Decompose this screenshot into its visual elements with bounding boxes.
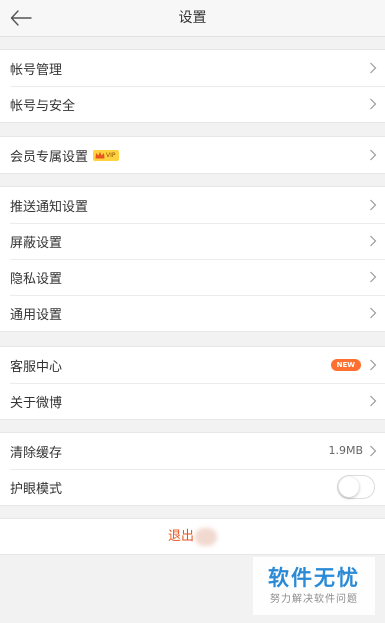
account-management-row[interactable]: 帐号管理 [0, 50, 385, 86]
general-settings-label: 通用设置 [10, 307, 63, 323]
logout-label: 退出 [167, 529, 194, 544]
watermark-title: 软件无忧 [268, 566, 360, 590]
eye-protection-label: 护眼模式 [10, 481, 63, 497]
chevron-right-icon [370, 445, 377, 457]
about-weibo-label: 关于微博 [10, 395, 63, 411]
logout-button[interactable]: 退出 [0, 518, 385, 555]
block-settings-label: 屏蔽设置 [10, 235, 63, 251]
toggle-knob [339, 477, 359, 497]
chevron-right-icon [370, 307, 377, 319]
support-section: 客服中心 NEW 关于微博 [0, 346, 385, 420]
clear-cache-label: 清除缓存 [10, 445, 63, 461]
account-section: 帐号管理 帐号与安全 [0, 49, 385, 123]
customer-service-row[interactable]: 客服中心 NEW [0, 347, 385, 383]
storage-section: 清除缓存 1.9MB 护眼模式 [0, 432, 385, 506]
chevron-right-icon [370, 98, 377, 110]
cache-size-value: 1.9MB [328, 444, 363, 457]
vip-settings-label: 会员专属设置 [10, 149, 89, 165]
account-management-label: 帐号管理 [10, 62, 63, 78]
general-settings-row[interactable]: 通用设置 [0, 295, 385, 331]
chevron-right-icon [370, 235, 377, 247]
page-title: 设置 [178, 10, 207, 26]
customer-service-label: 客服中心 [10, 359, 63, 375]
vip-badge-text: VIP [106, 151, 116, 159]
watermark-subtitle: 努力解决软件问题 [270, 594, 358, 605]
account-security-row[interactable]: 帐号与安全 [0, 86, 385, 122]
privacy-settings-row[interactable]: 隐私设置 [0, 259, 385, 295]
top-bar: 设置 [0, 0, 385, 37]
vip-badge: VIP [93, 149, 119, 161]
eye-protection-toggle[interactable] [337, 475, 375, 499]
chevron-right-icon [370, 149, 377, 161]
chevron-right-icon [370, 62, 377, 74]
eye-protection-row: 护眼模式 [0, 469, 385, 505]
block-settings-row[interactable]: 屏蔽设置 [0, 223, 385, 259]
blurred-text [195, 527, 217, 546]
vip-settings-row[interactable]: 会员专属设置 VIP [0, 137, 385, 173]
push-notification-row[interactable]: 推送通知设置 [0, 187, 385, 223]
about-weibo-row[interactable]: 关于微博 [0, 383, 385, 419]
chevron-right-icon [370, 199, 377, 211]
chevron-right-icon [370, 395, 377, 407]
new-badge: NEW [330, 359, 361, 371]
vip-section: 会员专属设置 VIP [0, 136, 385, 174]
crown-icon [95, 151, 105, 159]
privacy-settings-label: 隐私设置 [10, 271, 63, 287]
general-section: 推送通知设置 屏蔽设置 隐私设置 通用设置 [0, 186, 385, 332]
chevron-right-icon [370, 271, 377, 283]
clear-cache-row[interactable]: 清除缓存 1.9MB [0, 433, 385, 469]
chevron-right-icon [370, 359, 377, 371]
push-notification-label: 推送通知设置 [10, 199, 89, 215]
account-security-label: 帐号与安全 [10, 98, 76, 114]
watermark: 软件无忧 努力解决软件问题 [253, 557, 375, 615]
